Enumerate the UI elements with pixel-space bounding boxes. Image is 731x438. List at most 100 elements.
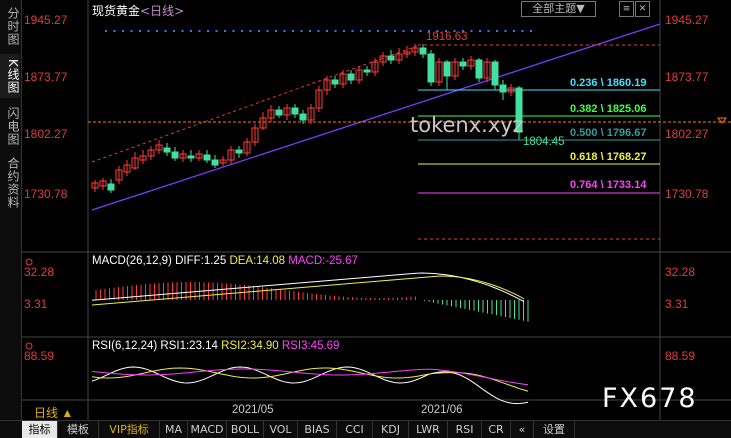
signal-dot bbox=[377, 30, 379, 32]
indicator-tab-bar: 指标 模板 VIP指标 MA MACD BOLL VOL BIAS CCI KD… bbox=[0, 420, 731, 438]
tab-templates[interactable]: 模板 bbox=[58, 421, 99, 438]
period-label: 日线 bbox=[34, 406, 59, 420]
date-label: 2021/05 bbox=[232, 404, 274, 416]
more-tabs-icon[interactable]: « bbox=[511, 421, 534, 438]
signal-dot bbox=[513, 30, 515, 32]
tab-rsi[interactable]: RSI bbox=[448, 421, 482, 438]
period-selector[interactable]: 日线 ▲ bbox=[34, 404, 73, 421]
candle-body bbox=[331, 79, 339, 85]
signal-dot bbox=[326, 30, 328, 32]
tab-ma[interactable]: MA bbox=[160, 421, 188, 438]
candle-body bbox=[235, 149, 243, 154]
candle-body bbox=[491, 61, 499, 86]
candle-body bbox=[363, 69, 371, 73]
tab-vol[interactable]: VOL bbox=[264, 421, 298, 438]
triangle-up-icon: ▲ bbox=[61, 406, 74, 420]
macd-dea-line bbox=[91, 275, 525, 306]
signal-dot bbox=[317, 30, 320, 32]
signal-dots bbox=[105, 30, 532, 32]
tab-indicators[interactable]: 指标 bbox=[22, 421, 58, 438]
signal-dot bbox=[411, 30, 413, 32]
rsi3-value: RSI3:45.69 bbox=[281, 340, 340, 352]
signal-dot bbox=[122, 30, 124, 32]
fib-level-label: 0.500 \ 1796.67 bbox=[570, 127, 647, 139]
signal-dot bbox=[249, 30, 252, 32]
candle-body bbox=[163, 147, 171, 153]
tab-settings[interactable]: 设置 bbox=[534, 421, 575, 438]
signal-dot bbox=[139, 30, 141, 32]
signal-dot bbox=[215, 30, 218, 32]
fib-level-label: 0.382 \ 1825.06 bbox=[570, 103, 647, 115]
upper-channel-line bbox=[91, 44, 421, 163]
candlestick-chart[interactable] bbox=[0, 0, 731, 437]
tab-cci[interactable]: CCI bbox=[337, 421, 373, 438]
candle-body bbox=[171, 151, 179, 159]
date-label: 2021/06 bbox=[421, 404, 463, 416]
signal-dot bbox=[504, 30, 507, 32]
macd-axis-label: 3.31 bbox=[24, 297, 48, 311]
signal-dot bbox=[368, 30, 371, 32]
fib-level-label: 0.764 \ 1733.14 bbox=[570, 179, 647, 191]
fib-level-label: 0.236 \ 1860.19 bbox=[570, 77, 647, 89]
macd-histogram bbox=[95, 282, 529, 322]
signal-dot bbox=[470, 30, 473, 32]
tab-kdj[interactable]: KDJ bbox=[373, 421, 409, 438]
macd-axis-label: 32.28 bbox=[665, 265, 696, 279]
signal-dot bbox=[360, 30, 362, 32]
signal-dot bbox=[351, 30, 354, 32]
signal-dot bbox=[224, 30, 226, 32]
brand-watermark: FX678 bbox=[602, 383, 698, 414]
rsi3-line bbox=[91, 368, 529, 386]
candle-body bbox=[299, 113, 307, 121]
macd-axis-label: 3.31 bbox=[665, 297, 689, 311]
signal-dot bbox=[530, 30, 532, 32]
tab-lwr[interactable]: LWR bbox=[409, 421, 448, 438]
candle-body bbox=[475, 59, 483, 79]
signal-dot bbox=[394, 30, 396, 32]
signal-dot bbox=[419, 30, 422, 32]
signal-dot bbox=[241, 30, 243, 32]
signal-dot bbox=[181, 30, 184, 32]
macd-header: MACD(26,12,9) DIFF:1.25 DEA:14.08 MACD:-… bbox=[92, 255, 358, 267]
signal-dot bbox=[385, 30, 388, 32]
macd-diff-value: DIFF:1.25 bbox=[175, 255, 227, 267]
signal-dot bbox=[402, 30, 405, 32]
signal-dot bbox=[496, 30, 498, 32]
signal-dot bbox=[487, 30, 490, 32]
rsi1-value: RSI1:23.14 bbox=[160, 340, 218, 352]
rsi-header: RSI(6,12,24) RSI1:23.14 RSI2:34.90 RSI3:… bbox=[92, 340, 339, 352]
candle-body bbox=[107, 183, 115, 191]
candle-body bbox=[203, 154, 211, 161]
signal-dot bbox=[173, 30, 175, 32]
candle-body bbox=[187, 155, 195, 159]
tab-boll[interactable]: BOLL bbox=[227, 421, 264, 438]
tab-bias[interactable]: BIAS bbox=[298, 421, 337, 438]
rsi-name: RSI(6,12,24) bbox=[92, 340, 158, 352]
signal-dot bbox=[275, 30, 277, 32]
signal-dot bbox=[334, 30, 337, 32]
signal-dot bbox=[292, 30, 294, 32]
signal-dot bbox=[113, 30, 116, 32]
candle-body bbox=[211, 159, 219, 166]
chart-window: 分时图 K线图 闪电图 合约资料 现货黄金<日线> 全部主题▼ ≡ ✕ 1945… bbox=[0, 0, 731, 438]
rsi2-value: RSI2:34.90 bbox=[221, 340, 279, 352]
tab-vip-indicators[interactable]: VIP指标 bbox=[99, 421, 160, 438]
signal-dot bbox=[147, 30, 150, 32]
signal-dot bbox=[521, 30, 524, 32]
tab-macd[interactable]: MACD bbox=[188, 421, 227, 438]
signal-dot bbox=[156, 30, 158, 32]
signal-dot bbox=[198, 30, 201, 32]
macd-name: MACD(26,12,9) bbox=[92, 255, 172, 267]
signal-dot bbox=[258, 30, 260, 32]
signal-dot bbox=[105, 30, 107, 32]
candle-body bbox=[347, 73, 355, 81]
signal-dot bbox=[479, 30, 481, 32]
signal-dot bbox=[266, 30, 269, 32]
candle-body bbox=[291, 107, 299, 115]
candle-body bbox=[275, 109, 283, 116]
high-annotation: 1916.63 bbox=[426, 31, 468, 43]
rsi-axis-label: 88.59 bbox=[665, 349, 696, 363]
tab-cr[interactable]: CR bbox=[482, 421, 511, 438]
candle-body bbox=[419, 47, 427, 55]
candle-body bbox=[443, 61, 451, 77]
